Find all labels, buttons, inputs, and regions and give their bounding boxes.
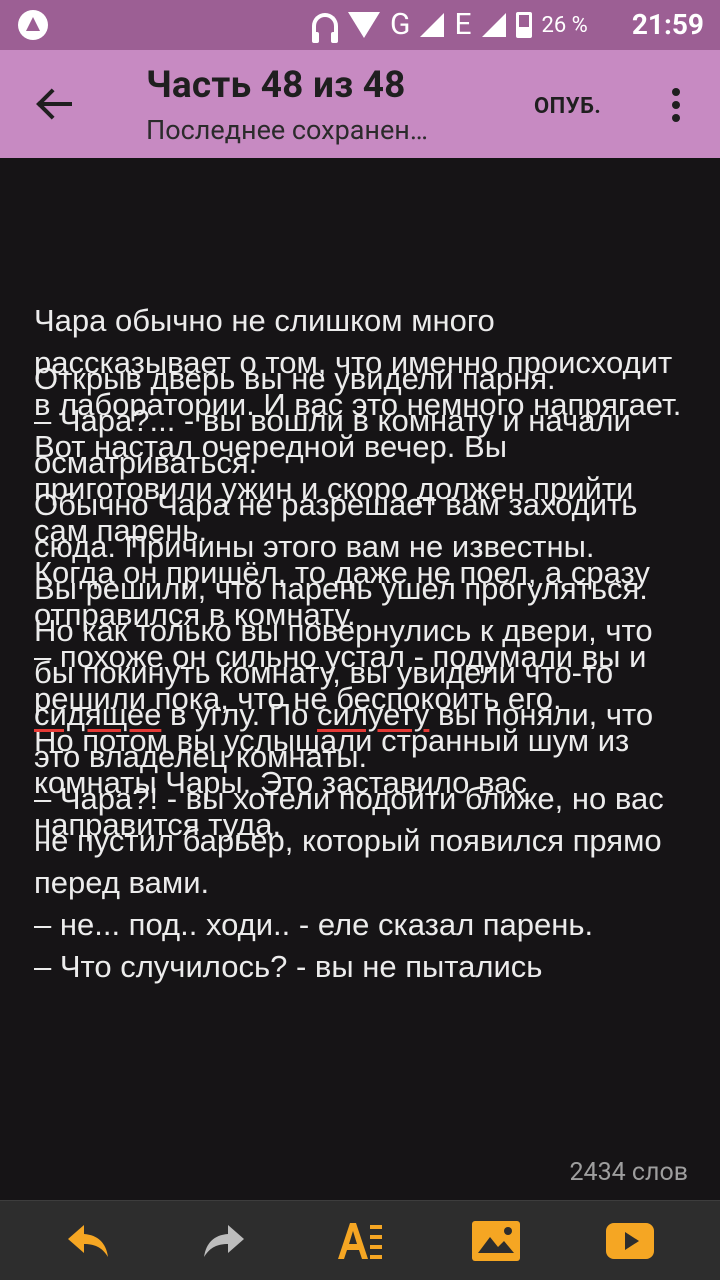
paragraph: – не... под.. ходи.. - еле сказал парень…	[34, 907, 594, 942]
network-type-label: G	[390, 7, 411, 42]
insert-video-icon[interactable]	[606, 1219, 654, 1263]
paragraph: Открыв дверь вы не увидели парня.	[34, 361, 556, 396]
wifi-icon	[348, 12, 380, 38]
paragraph: – Что случилось? - вы не пытались	[34, 949, 543, 984]
misspelled-word[interactable]: сидящее	[34, 697, 161, 732]
paragraph: Обычно Чара не разрешает вам заходить сю…	[34, 487, 638, 564]
text-layer-front[interactable]: Открыв дверь вы не увидели парня. – Чара…	[34, 358, 694, 988]
app-notification-icon	[18, 10, 48, 40]
editor-content[interactable]: Чара обычно не слишком много рассказывае…	[0, 158, 720, 1200]
battery-percent: 26 %	[541, 12, 588, 38]
more-options-icon[interactable]	[664, 88, 688, 124]
signal-icon	[420, 13, 445, 37]
undo-icon[interactable]	[64, 1219, 112, 1263]
status-bar: G E 26 % 21:59	[0, 0, 720, 50]
insert-image-icon[interactable]	[472, 1219, 520, 1263]
bottom-toolbar	[0, 1200, 720, 1280]
page-title: Часть 48 из 48	[146, 64, 406, 107]
paragraph: – Чара?... - вы вошли в комнату и начали…	[34, 403, 631, 480]
status-icons: G E 26 %	[312, 7, 588, 43]
back-button[interactable]	[34, 84, 78, 124]
clock: 21:59	[631, 8, 704, 41]
app-bar: Часть 48 из 48 Последнее сохранен… ОПУБ.	[0, 50, 720, 158]
redo-icon[interactable]	[200, 1219, 248, 1263]
battery-icon	[515, 12, 532, 38]
save-status-subtitle: Последнее сохранен…	[146, 114, 428, 146]
paragraph-with-spellcheck: Но как только вы повернулись к двери, чт…	[34, 613, 654, 774]
signal-icon-2	[481, 13, 506, 37]
publish-button[interactable]: ОПУБ.	[534, 94, 601, 119]
word-count: 2434 слов	[569, 1158, 689, 1187]
paragraph: Вы решили, что парень ушел прогуляться.	[34, 571, 648, 606]
network-type-label-2: E	[454, 7, 472, 42]
misspelled-word[interactable]: силуету	[317, 697, 429, 732]
paragraph: – Чара?! - вы хотели подойти ближе, но в…	[34, 781, 664, 900]
format-text-icon[interactable]	[336, 1219, 384, 1263]
headphones-icon	[312, 13, 338, 43]
